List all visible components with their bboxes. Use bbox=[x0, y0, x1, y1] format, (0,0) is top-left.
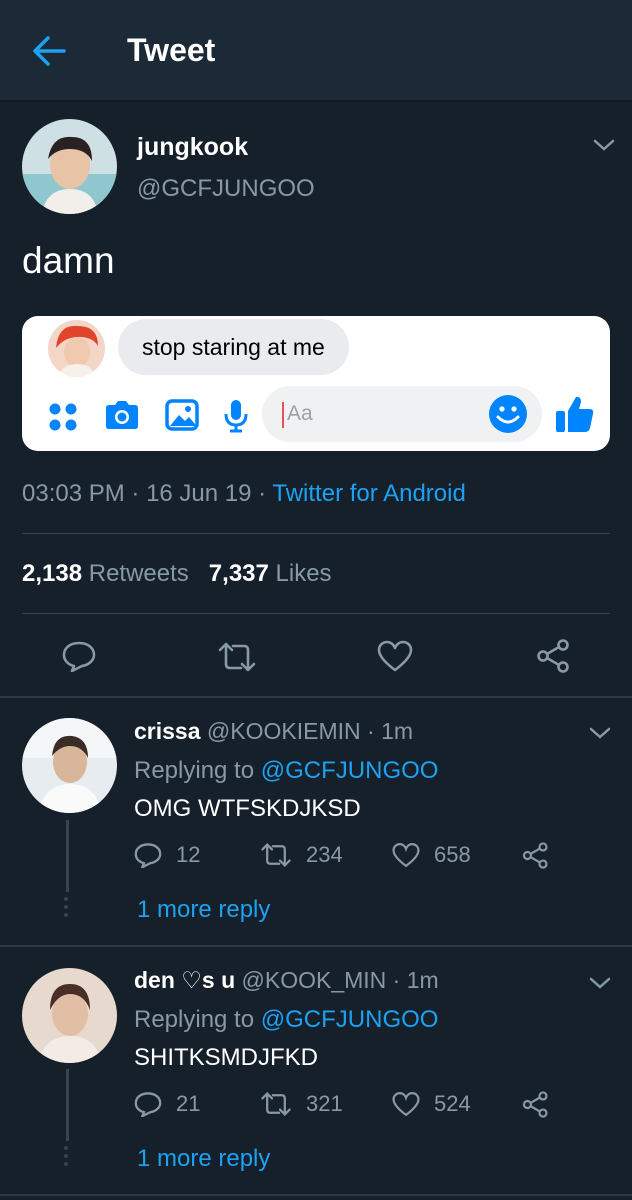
retweets-stat[interactable]: 2,138 Retweets bbox=[22, 560, 189, 587]
reply-icon bbox=[134, 1092, 162, 1117]
reply-avatar[interactable] bbox=[22, 968, 117, 1063]
reply-action-like[interactable]: 658 bbox=[392, 842, 471, 868]
more-replies-link[interactable]: 1 more reply bbox=[137, 896, 270, 924]
divider bbox=[22, 533, 610, 534]
message-input: Aa bbox=[262, 386, 542, 442]
image-icon bbox=[165, 399, 199, 431]
replying-to: Replying to @GCFJUNGOO bbox=[134, 1006, 439, 1033]
author-handle[interactable]: @GCFJUNGOO bbox=[137, 175, 315, 203]
reply-time: 1m bbox=[381, 718, 414, 744]
reply-text: OMG WTFSKDJKSD bbox=[134, 795, 361, 822]
divider bbox=[22, 613, 610, 614]
like-icon bbox=[392, 1092, 420, 1117]
tweet-source[interactable]: Twitter for Android bbox=[272, 480, 465, 507]
tweet-date: 16 Jun 19 bbox=[146, 480, 252, 507]
reply-avatar[interactable] bbox=[22, 718, 117, 813]
reply-header: crissa @KOOKIEMIN · 1m bbox=[134, 718, 414, 744]
tweet-text: damn bbox=[22, 240, 115, 281]
emoji-icon bbox=[489, 395, 527, 433]
arrow-left-icon[interactable] bbox=[30, 33, 68, 69]
reply-header: den ♡s u @KOOK_MIN · 1m bbox=[134, 967, 439, 993]
chat-avatar bbox=[48, 320, 105, 377]
thread-line bbox=[66, 1069, 69, 1141]
author-name[interactable]: jungkook bbox=[137, 133, 248, 162]
replying-to-handle[interactable]: @GCFJUNGOO bbox=[261, 757, 439, 784]
reply-time: 1m bbox=[406, 967, 439, 993]
share-icon[interactable] bbox=[536, 639, 572, 673]
top-bar: Tweet bbox=[0, 0, 632, 100]
chevron-down-icon[interactable] bbox=[592, 137, 616, 153]
text-caret bbox=[282, 402, 284, 428]
reply-icon bbox=[134, 843, 162, 868]
reply-action-retweet[interactable]: 321 bbox=[260, 1091, 343, 1117]
reply-author-name[interactable]: den ♡s u bbox=[134, 967, 235, 993]
reply-action-reply[interactable]: 12 bbox=[134, 842, 200, 868]
likes-stat[interactable]: 7,337 Likes bbox=[209, 560, 332, 587]
camera-icon bbox=[106, 401, 138, 429]
like-icon[interactable] bbox=[377, 640, 413, 672]
reply-action-retweet[interactable]: 234 bbox=[260, 842, 343, 868]
chat-message-bubble: stop staring at me bbox=[118, 319, 349, 375]
reply-author-handle[interactable]: @KOOKIEMIN bbox=[207, 718, 361, 744]
replying-to: Replying to @GCFJUNGOO bbox=[134, 757, 439, 784]
tweet-stats: 2,138 Retweets 7,337 Likes bbox=[22, 560, 332, 588]
section-separator bbox=[0, 945, 632, 947]
thread-line bbox=[66, 820, 69, 892]
share-icon[interactable] bbox=[522, 842, 550, 869]
chevron-down-icon[interactable] bbox=[588, 725, 612, 741]
replying-to-handle[interactable]: @GCFJUNGOO bbox=[261, 1006, 439, 1033]
retweet-icon bbox=[261, 843, 291, 867]
retweet-icon bbox=[261, 1092, 291, 1116]
microphone-icon bbox=[224, 400, 248, 433]
chevron-down-icon[interactable] bbox=[588, 975, 612, 991]
thumbs-up-icon bbox=[556, 396, 594, 432]
tweet-time: 03:03 PM bbox=[22, 480, 125, 507]
thread-dots bbox=[64, 1146, 68, 1170]
section-separator bbox=[0, 696, 632, 698]
author-avatar[interactable] bbox=[22, 119, 117, 214]
tweet-image[interactable]: stop staring at me Aa bbox=[22, 316, 610, 451]
section-separator bbox=[0, 1194, 632, 1196]
share-icon[interactable] bbox=[522, 1091, 550, 1118]
tweet-meta: 03:03 PM · 16 Jun 19 · Twitter for Andro… bbox=[22, 480, 466, 507]
page-title: Tweet bbox=[127, 32, 216, 68]
reply-text: SHITKSMDJFKD bbox=[134, 1044, 319, 1071]
reply-icon[interactable] bbox=[62, 640, 96, 672]
thread-dots bbox=[64, 897, 68, 921]
like-icon bbox=[392, 843, 420, 868]
reply-author-handle[interactable]: @KOOK_MIN bbox=[242, 967, 387, 993]
message-input-placeholder: Aa bbox=[287, 402, 313, 425]
retweet-icon[interactable] bbox=[217, 642, 257, 672]
reply-action-like[interactable]: 524 bbox=[392, 1091, 471, 1117]
more-replies-link[interactable]: 1 more reply bbox=[137, 1145, 270, 1173]
reply-action-reply[interactable]: 21 bbox=[134, 1091, 200, 1117]
reply-author-name[interactable]: crissa bbox=[134, 718, 201, 744]
apps-icon bbox=[49, 403, 77, 431]
